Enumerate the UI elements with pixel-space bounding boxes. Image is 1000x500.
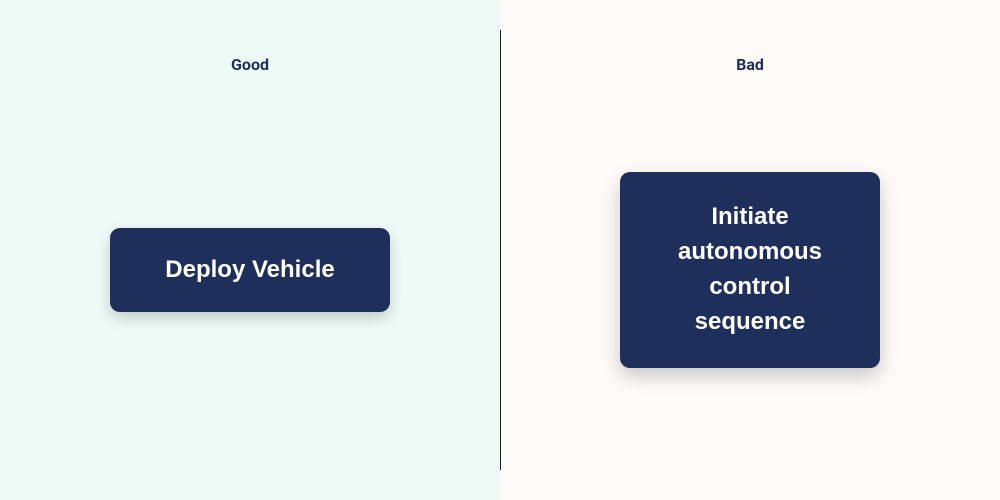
good-button-area: Deploy Vehicle — [0, 0, 500, 500]
good-panel: Good Deploy Vehicle — [0, 0, 500, 500]
initiate-sequence-button[interactable]: Initiate autonomous control sequence — [620, 172, 880, 367]
deploy-vehicle-button[interactable]: Deploy Vehicle — [110, 228, 390, 312]
bad-button-area: Initiate autonomous control sequence — [500, 0, 1000, 500]
vertical-divider — [500, 30, 501, 470]
bad-panel: Bad Initiate autonomous control sequence — [500, 0, 1000, 500]
